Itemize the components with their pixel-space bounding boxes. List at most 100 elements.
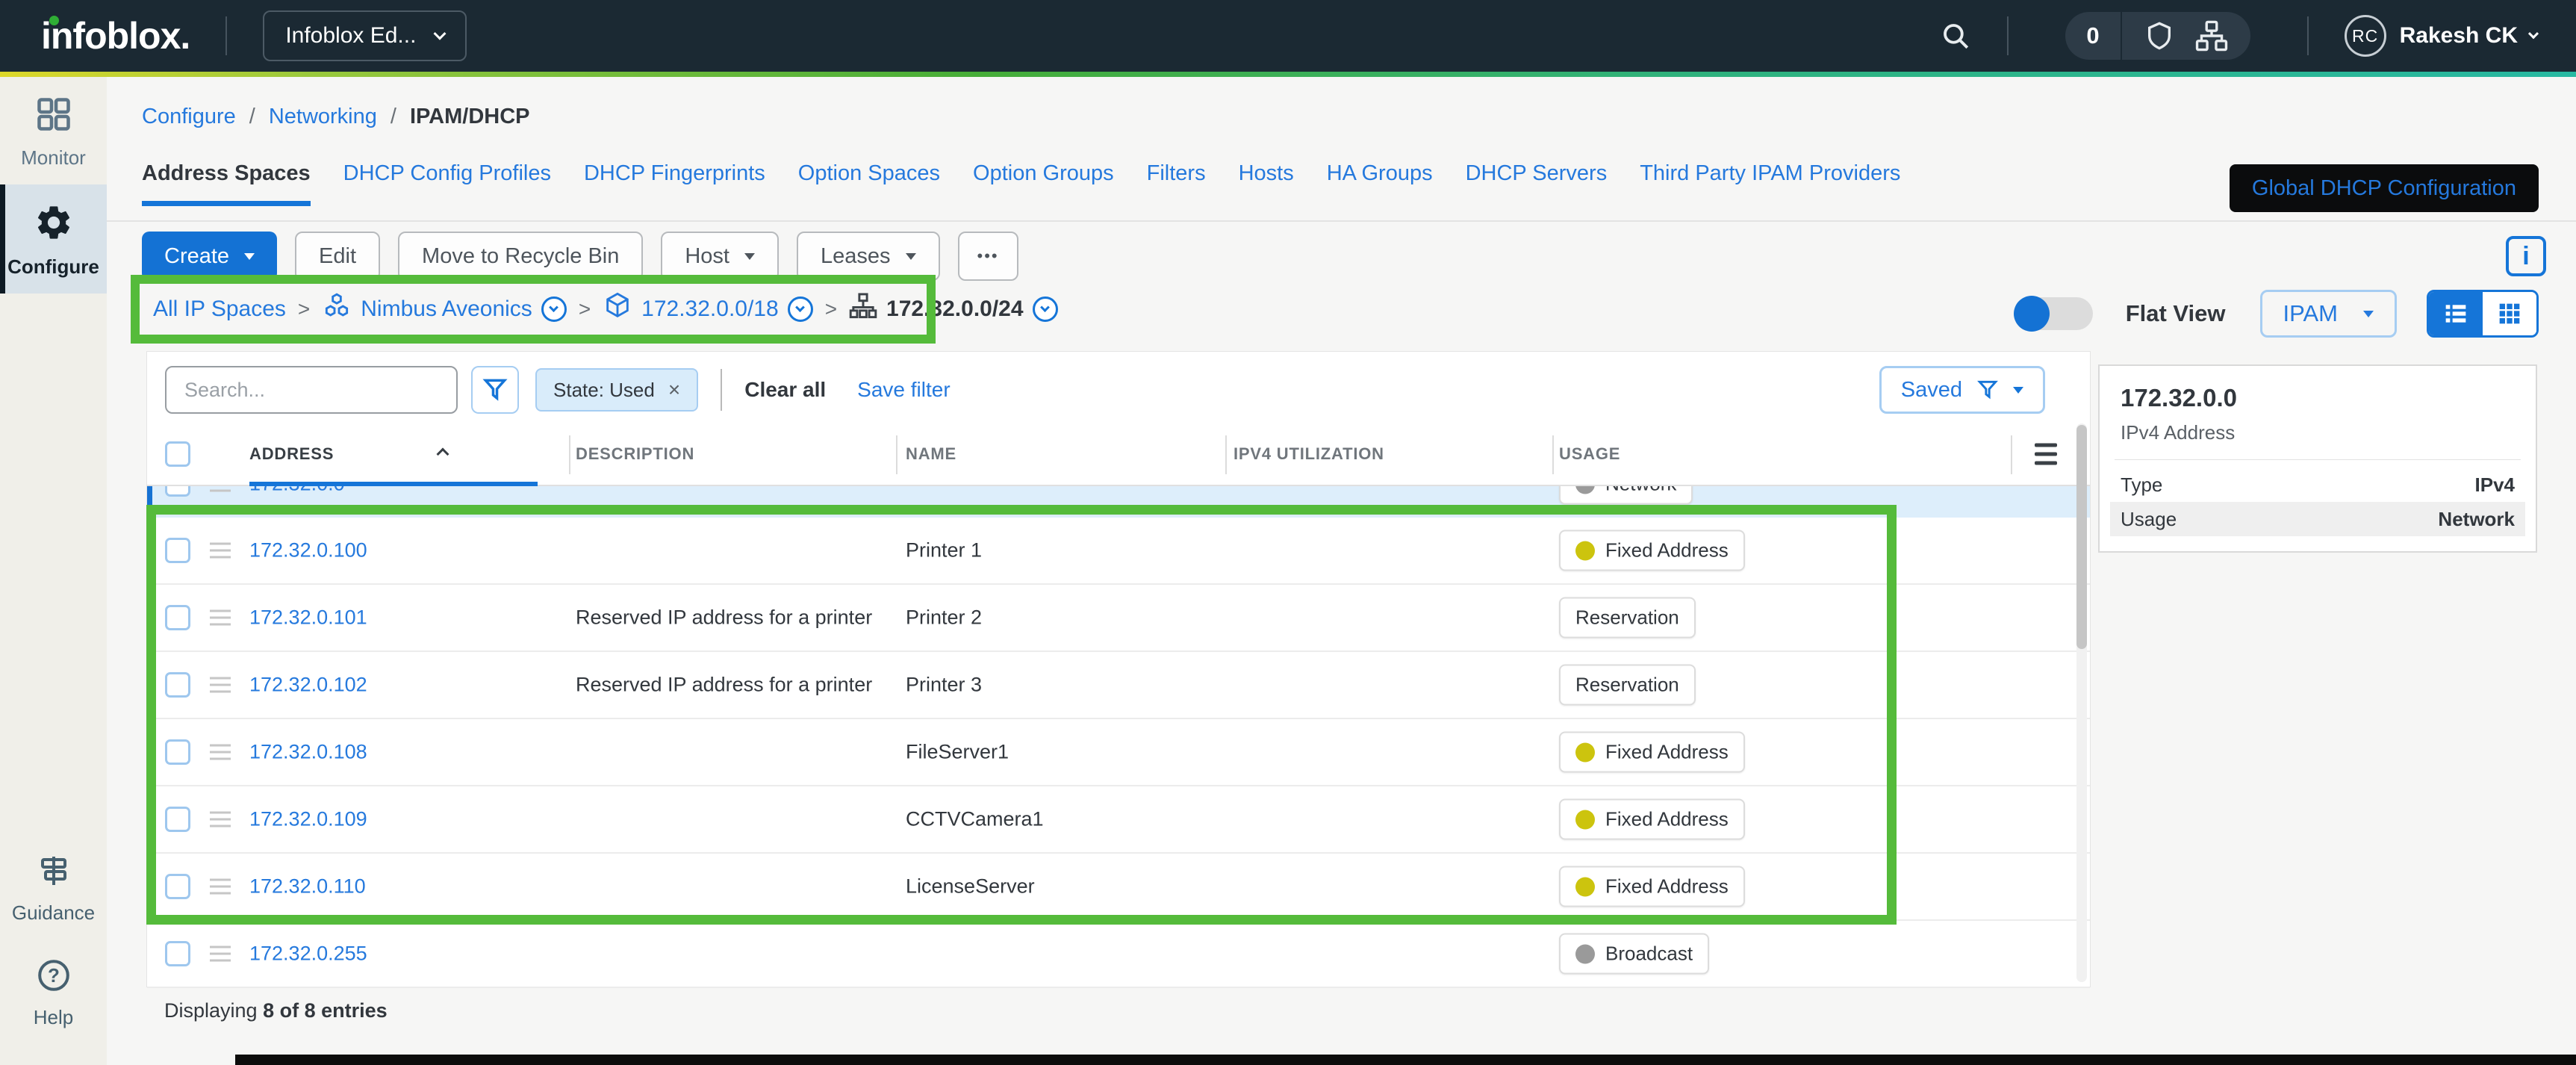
clipped-row-container: 172.32.0.0 Network (147, 486, 2090, 518)
sort-asc-icon[interactable] (437, 448, 449, 461)
address-link[interactable]: 172.32.0.101 (249, 606, 367, 630)
tab-option-groups[interactable]: Option Groups (973, 161, 1114, 206)
tab-bar: Address Spaces DHCP Config Profiles DHCP… (142, 161, 1900, 206)
table-row[interactable]: 172.32.0.100 Printer 1 Fixed Address (147, 518, 2090, 585)
tab-third-party-ipam-providers[interactable]: Third Party IPAM Providers (1640, 161, 1900, 206)
tab-ha-groups[interactable]: HA Groups (1327, 161, 1433, 206)
row-checkbox[interactable] (165, 874, 190, 899)
address-link[interactable]: 172.32.0.255 (249, 943, 367, 966)
chip-close-icon[interactable]: × (668, 378, 680, 402)
search-input[interactable] (165, 366, 458, 414)
ip-space-link[interactable]: Nimbus Aveonics (361, 296, 532, 322)
notification-count-badge[interactable]: 0 (2065, 12, 2121, 60)
table-row[interactable]: 172.32.0.109 CCTVCamera1 Fixed Address (147, 786, 2090, 854)
address-block-link[interactable]: 172.32.0.0/18 (641, 296, 779, 322)
tab-filters[interactable]: Filters (1147, 161, 1206, 206)
all-ip-spaces-link[interactable]: All IP Spaces (153, 296, 286, 322)
leases-dropdown-button[interactable]: Leases (797, 232, 940, 281)
column-header-ipv4-utilization[interactable]: IPV4 UTILIZATION (1233, 444, 1384, 464)
column-header-description[interactable]: DESCRIPTION (576, 444, 694, 464)
table-row[interactable]: 172.32.0.108 FileServer1 Fixed Address (147, 719, 2090, 786)
filter-chip-state-used[interactable]: State: Used × (535, 368, 698, 412)
breadcrumb-configure[interactable]: Configure (142, 105, 236, 129)
vertical-scrollbar[interactable] (2076, 423, 2087, 982)
list-view-icon[interactable] (2429, 292, 2483, 335)
filter-funnel-icon[interactable] (471, 366, 519, 414)
crumb-dropdown-chevron-icon[interactable] (788, 296, 813, 322)
table-row[interactable]: 172.32.0.102 Reserved IP address for a p… (147, 652, 2090, 719)
drag-handle[interactable] (210, 812, 231, 828)
save-filter-link[interactable]: Save filter (857, 378, 951, 402)
network-sitemap-icon[interactable] (2195, 19, 2228, 52)
scrollbar-thumb[interactable] (2076, 425, 2087, 649)
column-settings-icon[interactable] (2035, 444, 2057, 465)
window-bottom-edge (235, 1055, 2576, 1065)
address-link[interactable]: 172.32.0.102 (249, 674, 367, 697)
tab-address-spaces[interactable]: Address Spaces (142, 161, 311, 206)
select-all-checkbox[interactable] (165, 441, 190, 467)
usage-label: Broadcast (1605, 943, 1693, 966)
address-link[interactable]: 172.32.0.100 (249, 539, 367, 562)
move-to-recycle-bin-button[interactable]: Move to Recycle Bin (398, 232, 643, 281)
create-button[interactable]: Create (142, 232, 277, 281)
row-checkbox[interactable] (165, 486, 190, 497)
column-header-name[interactable]: NAME (906, 444, 956, 464)
chevron-down-icon[interactable] (2528, 28, 2539, 39)
create-button-label: Create (164, 244, 229, 269)
tab-dhcp-fingerprints[interactable]: DHCP Fingerprints (584, 161, 765, 206)
tab-dhcp-servers[interactable]: DHCP Servers (1466, 161, 1608, 206)
global-dhcp-configuration-button[interactable]: Global DHCP Configuration (2230, 164, 2539, 212)
row-checkbox[interactable] (165, 672, 190, 698)
drag-handle[interactable] (210, 745, 231, 760)
table-row[interactable]: 172.32.0.255 Broadcast (147, 921, 2090, 988)
row-checkbox[interactable] (165, 538, 190, 563)
tab-divider-line (107, 220, 2576, 222)
address-link[interactable]: 172.32.0.109 (249, 808, 367, 831)
row-checkbox[interactable] (165, 739, 190, 765)
grid-view-icon[interactable] (2483, 292, 2536, 335)
info-icon[interactable]: i (2506, 236, 2546, 276)
drag-handle[interactable] (210, 879, 231, 895)
search-icon[interactable] (1940, 20, 1971, 52)
detail-value: Network (2438, 508, 2515, 531)
tab-hosts[interactable]: Hosts (1239, 161, 1294, 206)
address-link[interactable]: 172.32.0.110 (249, 875, 366, 898)
drag-handle[interactable] (210, 946, 231, 962)
drag-handle[interactable] (210, 543, 231, 559)
clear-all-button[interactable]: Clear all (744, 378, 826, 402)
product-switcher-button[interactable]: Infoblox Ed... (263, 10, 467, 61)
row-checkbox[interactable] (165, 807, 190, 832)
address-link[interactable]: 172.32.0.108 (249, 741, 367, 764)
column-header-address[interactable]: ADDRESS (249, 444, 447, 464)
more-actions-button[interactable]: ••• (958, 232, 1018, 281)
help-question-icon: ? (36, 957, 72, 999)
breadcrumb-networking[interactable]: Networking (269, 105, 377, 129)
crumb-dropdown-chevron-icon[interactable] (541, 296, 567, 322)
tab-option-spaces[interactable]: Option Spaces (798, 161, 940, 206)
checkbox-icon (165, 807, 190, 832)
table-row[interactable]: 172.32.0.0 Network (147, 486, 2090, 518)
crumb-dropdown-chevron-icon[interactable] (1033, 296, 1058, 322)
address-link[interactable]: 172.32.0.0 (249, 486, 345, 496)
sidebar-item-monitor[interactable]: Monitor (0, 77, 107, 184)
sidebar-item-configure[interactable]: Configure (0, 184, 107, 294)
avatar[interactable]: RC (2345, 15, 2386, 57)
drag-handle[interactable] (210, 610, 231, 626)
table-row[interactable]: 172.32.0.110 LicenseServer Fixed Address (147, 854, 2090, 921)
row-checkbox[interactable] (165, 941, 190, 966)
tab-dhcp-config-profiles[interactable]: DHCP Config Profiles (343, 161, 551, 206)
flat-view-toggle[interactable] (2015, 297, 2093, 330)
host-dropdown-button[interactable]: Host (661, 232, 779, 281)
sidebar-item-guidance[interactable]: Guidance (0, 835, 107, 940)
row-checkbox[interactable] (165, 605, 190, 630)
table-row[interactable]: 172.32.0.101 Reserved IP address for a p… (147, 585, 2090, 652)
saved-filters-button[interactable]: Saved (1879, 366, 2045, 414)
drag-handle[interactable] (210, 677, 231, 693)
user-name[interactable]: Rakesh CK (2400, 23, 2518, 49)
column-header-usage[interactable]: USAGE (1559, 444, 1620, 464)
edit-button[interactable]: Edit (295, 232, 380, 281)
drag-handle[interactable] (210, 486, 231, 492)
shield-icon[interactable] (2144, 21, 2174, 51)
view-mode-select[interactable]: IPAM (2260, 290, 2398, 338)
sidebar-item-help[interactable]: ? Help (0, 940, 107, 1044)
